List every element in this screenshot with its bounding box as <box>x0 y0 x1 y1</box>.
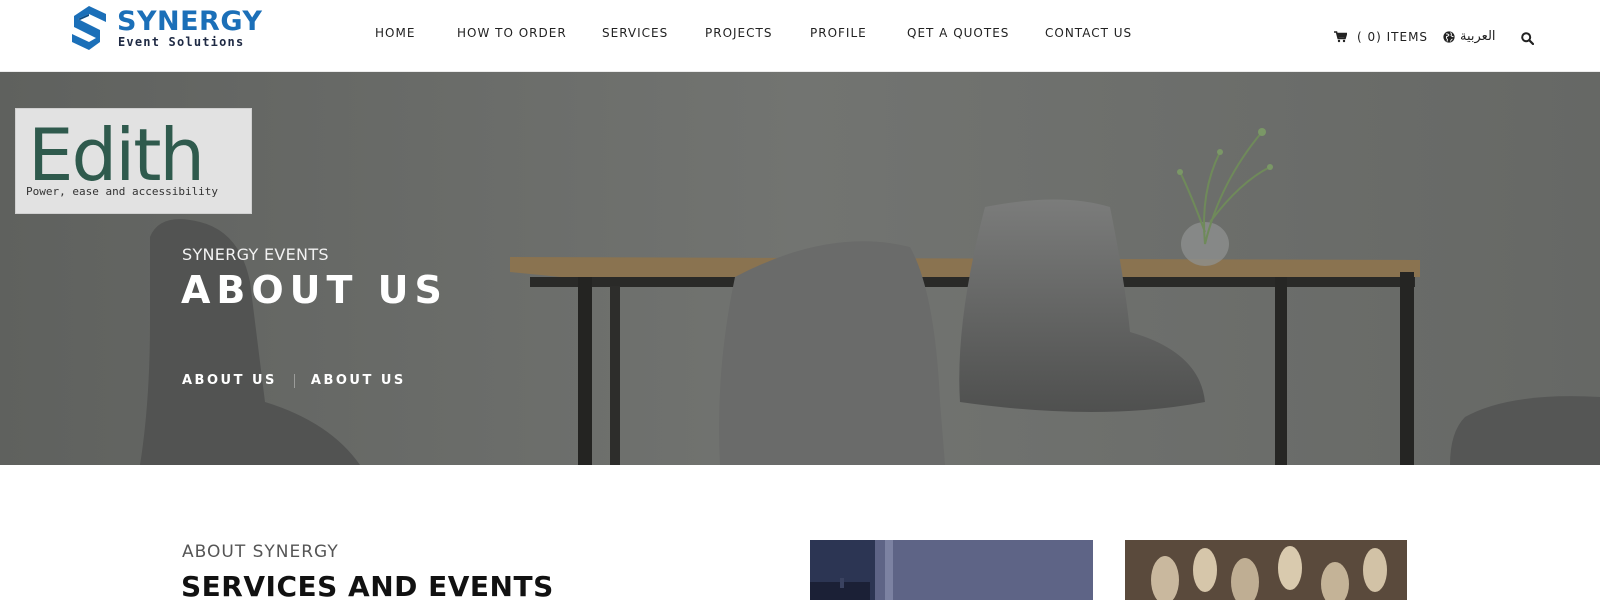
nav-services[interactable]: SERVICES <box>602 26 668 40</box>
search-icon <box>1521 32 1535 46</box>
about-image-2-graphic <box>1125 540 1407 600</box>
site-header: SYNERGY Event Solutions HOME HOW TO ORDE… <box>0 0 1600 72</box>
breadcrumb-item-current: ABOUT US <box>310 373 406 388</box>
nav-profile[interactable]: PROFILE <box>810 26 867 40</box>
section-kicker: ABOUT SYNERGY <box>182 542 339 562</box>
cart-icon <box>1334 31 1347 43</box>
badge-tagline: Power, ease and accessibility <box>26 185 219 198</box>
language-label: العربية <box>1460 29 1496 44</box>
nav-how-to-order[interactable]: HOW TO ORDER <box>457 26 567 40</box>
nav-contact-us[interactable]: CONTACT US <box>1045 26 1132 40</box>
globe-icon <box>1443 30 1455 43</box>
about-image-2 <box>1125 540 1407 600</box>
section-title: SERVICES AND EVENTS <box>181 570 554 603</box>
cart-link[interactable]: ( 0) ITEMS <box>1334 30 1428 44</box>
cart-count-label: ( 0) ITEMS <box>1357 30 1429 44</box>
about-image-1 <box>810 540 1093 600</box>
breadcrumb-item-about[interactable]: ABOUT US <box>182 373 277 388</box>
hero-subtitle: SYNERGY EVENTS <box>182 245 329 264</box>
nav-get-a-quotes[interactable]: QET A QUOTES <box>907 26 1009 40</box>
nav-projects[interactable]: PROJECTS <box>705 26 772 40</box>
breadcrumb-separator <box>293 373 295 388</box>
nav-home[interactable]: HOME <box>375 26 415 40</box>
page-title: ABOUT US <box>181 268 448 312</box>
language-switch[interactable]: العربية <box>1443 29 1496 44</box>
search-button[interactable] <box>1521 30 1535 49</box>
about-image-1-graphic <box>810 540 1093 600</box>
overlay-badge: Edith Power, ease and accessibility <box>15 108 252 214</box>
breadcrumb: ABOUT US ABOUT US <box>182 373 406 388</box>
